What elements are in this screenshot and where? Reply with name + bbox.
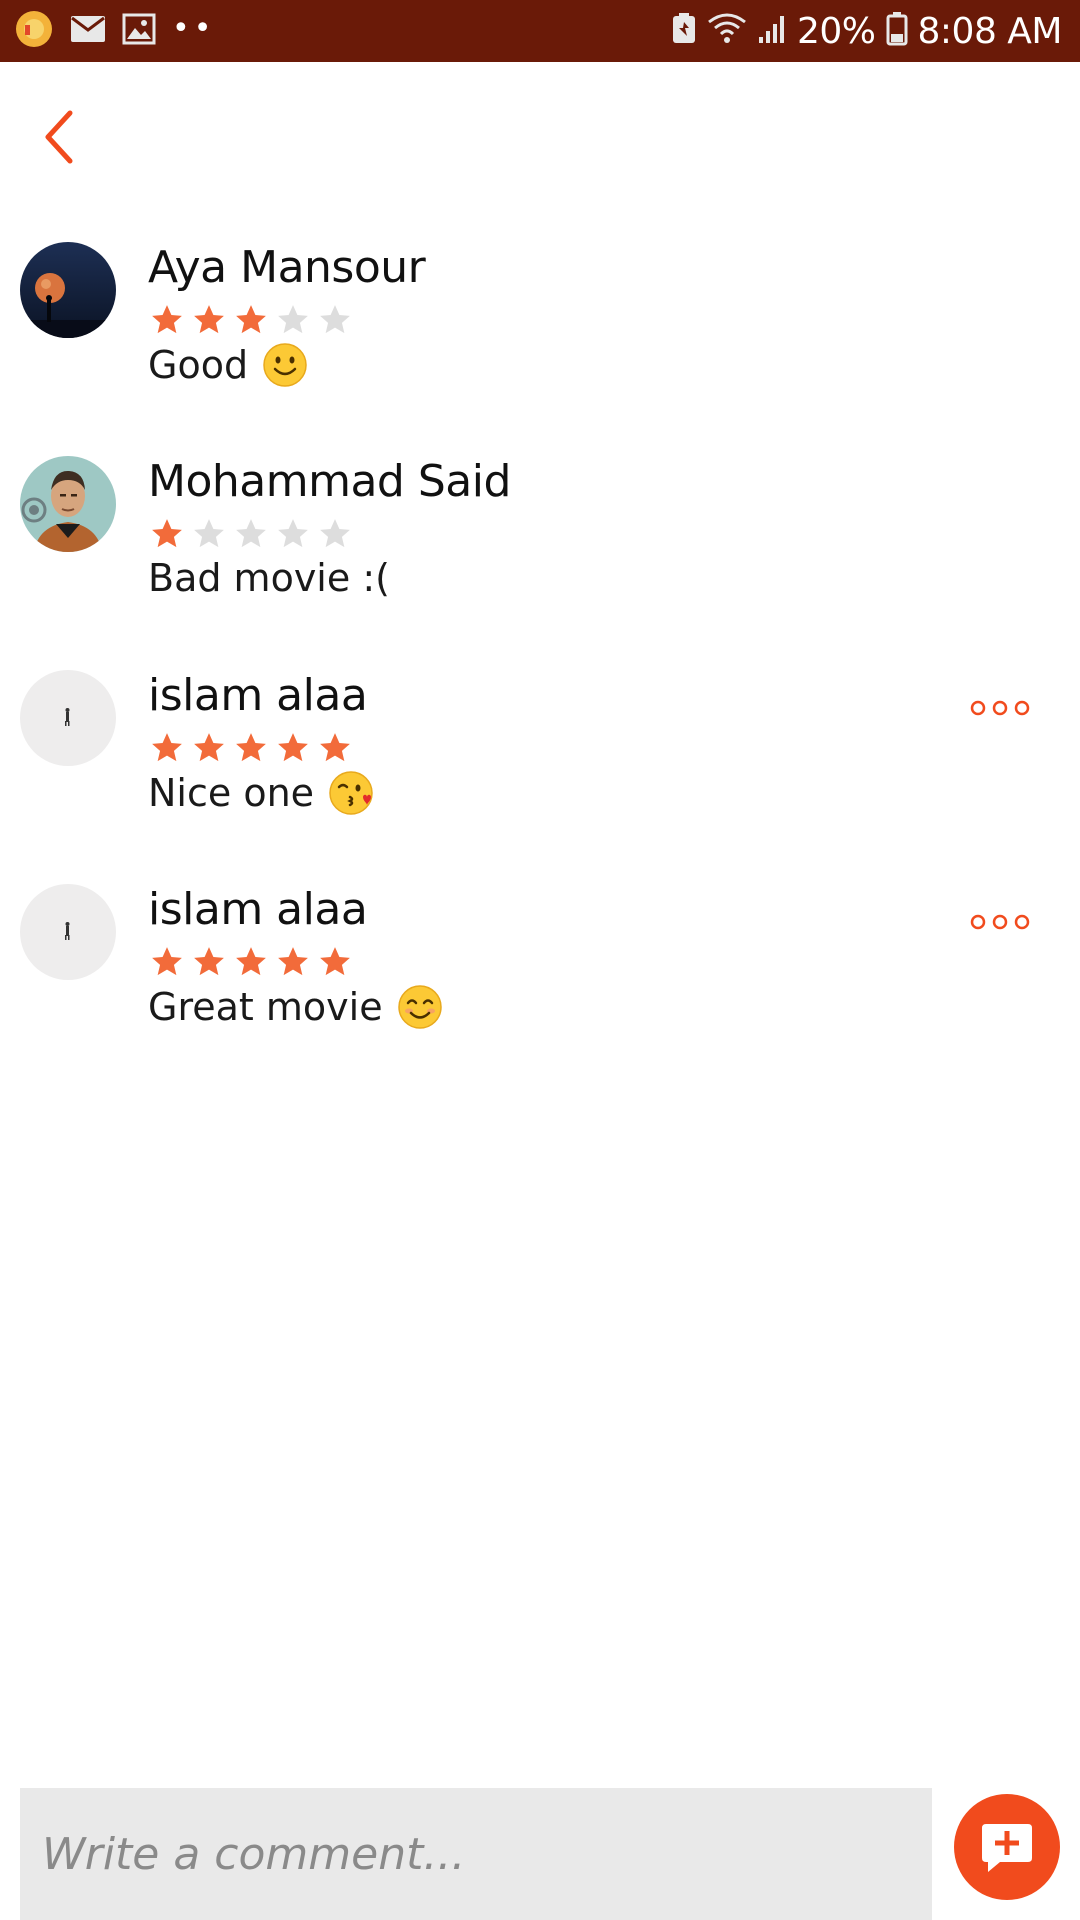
star-empty-icon — [272, 300, 314, 340]
avatar[interactable] — [20, 670, 116, 766]
star-filled-icon — [230, 728, 272, 768]
star-empty-icon — [188, 514, 230, 554]
battery-saver-icon — [671, 13, 697, 49]
wifi-icon — [707, 12, 747, 50]
more-dots-icon — [970, 700, 1030, 716]
star-filled-icon — [230, 300, 272, 340]
author-name[interactable]: islam alaa — [148, 884, 368, 935]
star-filled-icon — [314, 728, 356, 768]
back-button[interactable] — [30, 102, 86, 172]
star-filled-icon — [314, 942, 356, 982]
star-rating — [146, 942, 356, 982]
chevron-left-icon — [45, 110, 73, 164]
star-filled-icon — [146, 942, 188, 982]
star-filled-icon — [272, 728, 314, 768]
comment-item: islam alaa Great movie — [0, 872, 1080, 1086]
star-empty-icon — [230, 514, 272, 554]
comment-body: Nice one — [148, 771, 315, 815]
author-name[interactable]: Aya Mansour — [148, 242, 426, 293]
author-name[interactable]: islam alaa — [148, 670, 368, 721]
avatar[interactable] — [20, 884, 116, 980]
comments-screen: •• 20% 8:08 AM Aya Mansour Good Mohammad… — [0, 0, 1080, 1920]
face-blowing-kiss-icon — [328, 770, 374, 816]
add-comment-button[interactable] — [954, 1794, 1060, 1900]
more-options-button[interactable] — [960, 902, 1040, 942]
star-empty-icon — [272, 514, 314, 554]
star-rating — [146, 514, 356, 554]
app-notification-icon — [14, 9, 54, 53]
add-comment-icon — [982, 1824, 1032, 1872]
mail-icon — [70, 15, 106, 47]
star-empty-icon — [314, 514, 356, 554]
avatar[interactable] — [20, 242, 116, 338]
battery-percent: 20% — [797, 10, 876, 52]
avatar[interactable] — [20, 456, 116, 552]
clock: 8:08 AM — [917, 10, 1063, 52]
star-rating — [146, 728, 356, 768]
comment-body: Great movie — [148, 985, 383, 1029]
comment-text: Nice one — [148, 770, 374, 816]
signal-icon — [757, 13, 787, 49]
slightly-smiling-face-icon — [262, 342, 308, 388]
comment-item: Aya Mansour Good — [0, 230, 1080, 444]
more-notifications-indicator: •• — [172, 10, 216, 46]
comment-list: Aya Mansour Good Mohammad Said Bad movie… — [0, 230, 1080, 1086]
comment-input[interactable] — [20, 1788, 932, 1920]
comment-text: Good — [148, 342, 308, 388]
star-filled-icon — [230, 942, 272, 982]
comment-body: Bad movie :( — [148, 556, 390, 600]
comment-item: Mohammad Said Bad movie :( — [0, 444, 1080, 658]
star-filled-icon — [272, 942, 314, 982]
more-dots-icon — [970, 914, 1030, 930]
image-icon — [122, 13, 156, 49]
star-filled-icon — [188, 728, 230, 768]
author-name[interactable]: Mohammad Said — [148, 456, 511, 507]
battery-icon — [886, 12, 908, 50]
star-rating — [146, 300, 356, 340]
star-filled-icon — [146, 300, 188, 340]
comment-body: Good — [148, 343, 249, 387]
more-options-button[interactable] — [960, 688, 1040, 728]
star-filled-icon — [188, 942, 230, 982]
status-bar: •• 20% 8:08 AM — [0, 0, 1080, 62]
star-filled-icon — [188, 300, 230, 340]
star-filled-icon — [146, 728, 188, 768]
comment-text: Great movie — [148, 984, 443, 1030]
star-empty-icon — [314, 300, 356, 340]
star-filled-icon — [146, 514, 188, 554]
smiling-face-with-smiling-eyes-icon — [397, 984, 443, 1030]
comment-item: islam alaa Nice one — [0, 658, 1080, 872]
comment-text: Bad movie :( — [148, 556, 390, 600]
